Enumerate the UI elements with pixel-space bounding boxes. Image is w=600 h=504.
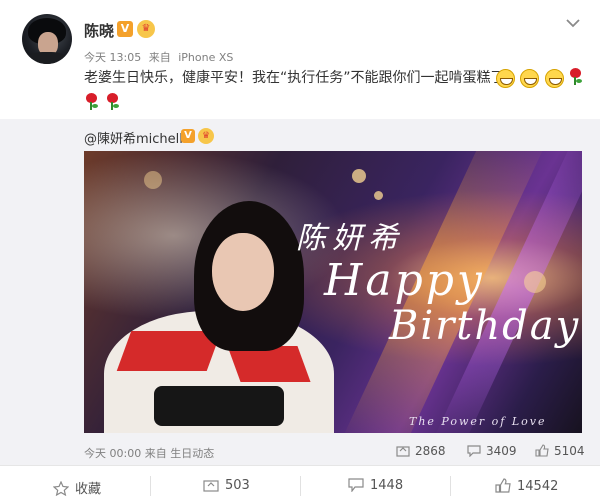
action-separator xyxy=(450,476,451,496)
repost-author[interactable]: @陳妍希michelle xyxy=(84,128,191,147)
action-separator xyxy=(300,476,301,496)
repost-time: 今天 00:00 xyxy=(84,447,142,460)
grin-icon xyxy=(496,69,515,88)
post-time: 今天 13:05 xyxy=(84,51,142,64)
rose-icon xyxy=(84,93,98,110)
like-label: 14542 xyxy=(517,479,559,494)
post-source[interactable]: iPhone XS xyxy=(178,51,233,64)
repost-label: 503 xyxy=(225,478,250,493)
image-birthday-text: Birthday xyxy=(389,303,581,349)
repost-source-prefix: 来自 xyxy=(144,447,167,460)
repost-repost-count-label: 2868 xyxy=(415,444,446,458)
emoji-row xyxy=(495,68,585,89)
repost-comment-count-label: 3409 xyxy=(486,444,517,458)
favorite-label: 收藏 xyxy=(75,482,102,497)
like-button[interactable]: 14542 xyxy=(495,478,558,494)
chevron-down-icon[interactable] xyxy=(564,16,582,30)
username[interactable]: 陈晓 xyxy=(84,20,114,41)
thumbs-up-icon xyxy=(495,478,511,493)
post-source-prefix: 来自 xyxy=(148,51,171,64)
rose-icon xyxy=(568,68,583,85)
post-meta: 今天 13:05 来自 iPhone XS xyxy=(84,49,237,65)
image-signature: 陈妍希 xyxy=(296,221,404,256)
grin-icon xyxy=(520,69,540,88)
image-tagline: The Power of Love xyxy=(409,415,547,428)
thumbs-up-icon xyxy=(535,444,549,457)
repost-vip-crown-icon: ♛ xyxy=(198,128,214,144)
favorite-button[interactable]: 收藏 xyxy=(53,478,101,497)
avatar[interactable] xyxy=(22,14,72,64)
weibo-post: 陈晓 V ♛ 今天 13:05 来自 iPhone XS 老婆生日快乐，健康平安… xyxy=(0,0,600,504)
rose-icon xyxy=(105,93,120,110)
comment-icon xyxy=(467,445,481,457)
verified-badge: V xyxy=(117,21,133,37)
repost-meta: 今天 00:00 来自 生日动态 xyxy=(84,445,214,461)
comment-label: 1448 xyxy=(370,478,404,493)
repost-button[interactable]: 503 xyxy=(203,478,250,493)
image-happy-text: Happy xyxy=(324,255,485,306)
repost-comment-count[interactable]: 3409 xyxy=(467,444,517,458)
repost-verified-badge: V xyxy=(181,129,195,143)
rose-row xyxy=(84,93,122,114)
repost-image[interactable]: 陈妍希 Happy Birthday The Power of Love xyxy=(84,151,582,433)
action-divider xyxy=(0,465,600,466)
repost-repost-count[interactable]: 2868 xyxy=(396,444,446,458)
comment-icon xyxy=(348,478,364,492)
action-separator xyxy=(150,476,151,496)
repost-like-count-label: 5104 xyxy=(554,444,585,458)
repost-like-count[interactable]: 5104 xyxy=(535,444,585,458)
repost-icon xyxy=(396,446,410,457)
repost-source[interactable]: 生日动态 xyxy=(170,447,214,460)
comment-button[interactable]: 1448 xyxy=(348,478,403,493)
repost-icon xyxy=(203,480,219,492)
grin-icon xyxy=(544,69,564,88)
vip-crown-icon: ♛ xyxy=(137,20,155,38)
star-icon xyxy=(53,481,69,496)
